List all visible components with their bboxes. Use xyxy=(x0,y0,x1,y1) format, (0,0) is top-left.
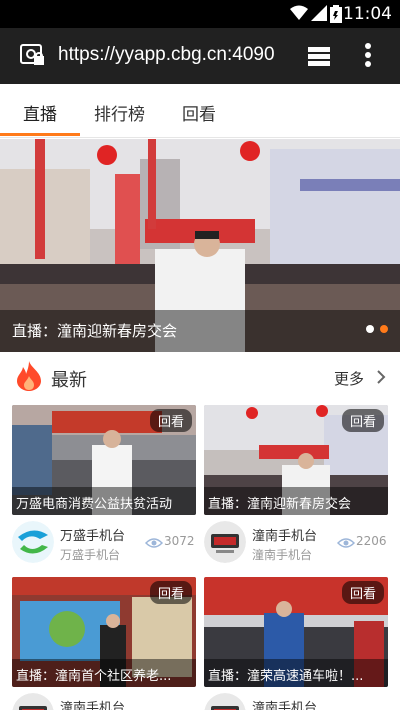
tabs-icon[interactable] xyxy=(306,43,334,71)
tab-ranking[interactable]: 排行榜 xyxy=(94,100,145,125)
card-title: 万盛电商消费公益扶贫活动 xyxy=(12,487,196,515)
video-thumbnail[interactable]: 回看 直播：潼南迎新春房交会 xyxy=(204,405,388,515)
section-title: 最新 xyxy=(51,370,87,391)
banner-caption: 直播：潼南迎新春房交会 xyxy=(0,310,400,352)
replay-badge: 回看 xyxy=(149,581,192,604)
channel-name[interactable]: 潼南手机台 xyxy=(252,525,317,544)
active-tab-indicator xyxy=(0,133,80,136)
avatar[interactable] xyxy=(12,521,54,563)
channel-name[interactable]: 万盛手机台 xyxy=(60,525,125,544)
view-count: 2206 xyxy=(356,534,387,548)
url-field[interactable]: https://yyapp.cbg.cn:4090 xyxy=(58,44,286,68)
card-title: 直播：潼南迎新春房交会 xyxy=(204,487,388,515)
overflow-menu-icon[interactable] xyxy=(364,42,372,72)
live-banner[interactable]: 直播：潼南迎新春房交会 xyxy=(0,139,400,352)
latest-section-header: 最新 更多 xyxy=(0,354,400,400)
flame-icon xyxy=(14,360,44,396)
clock: 11:04 xyxy=(343,4,392,24)
carousel-dot[interactable] xyxy=(380,325,388,333)
eye-icon xyxy=(145,706,163,710)
avatar[interactable] xyxy=(12,693,54,710)
eye-icon xyxy=(144,534,164,553)
video-thumbnail[interactable]: 回看 万盛电商消费公益扶贫活动 xyxy=(12,405,196,515)
battery-icon xyxy=(330,5,342,27)
avatar[interactable] xyxy=(204,693,246,710)
chevron-right-icon[interactable] xyxy=(376,369,386,389)
status-bar: 11:04 xyxy=(0,0,400,28)
eye-icon xyxy=(337,706,355,710)
eye-icon xyxy=(336,534,356,553)
tab-replay[interactable]: 回看 xyxy=(182,100,216,125)
channel-subtitle: 万盛手机台 xyxy=(60,548,121,562)
site-info-icon[interactable] xyxy=(20,44,46,72)
video-thumbnail[interactable]: 回看 直播：潼南首个社区养老... xyxy=(12,577,196,687)
card-title: 直播：潼荣高速通车啦！... xyxy=(204,659,388,687)
view-count: 3072 xyxy=(164,534,195,548)
browser-url-bar: https://yyapp.cbg.cn:4090 xyxy=(0,28,400,84)
card-title: 直播：潼南首个社区养老... xyxy=(12,659,196,687)
carousel-dot[interactable] xyxy=(366,325,374,333)
replay-badge: 回看 xyxy=(149,409,192,432)
wifi-icon xyxy=(290,5,308,25)
replay-badge: 回看 xyxy=(341,581,384,604)
tab-bar: 直播 排行榜 回看 xyxy=(0,84,400,138)
channel-subtitle: 潼南手机台 xyxy=(252,548,313,562)
tab-live[interactable]: 直播 xyxy=(23,100,57,125)
channel-name[interactable]: 潼南手机台 xyxy=(60,697,125,710)
more-link[interactable]: 更多 xyxy=(334,368,364,389)
video-thumbnail[interactable]: 回看 直播：潼荣高速通车啦！... xyxy=(204,577,388,687)
avatar[interactable] xyxy=(204,521,246,563)
carousel-dots xyxy=(360,318,388,337)
channel-name[interactable]: 潼南手机台 xyxy=(252,697,317,710)
replay-badge: 回看 xyxy=(341,409,384,432)
signal-icon xyxy=(311,5,327,25)
